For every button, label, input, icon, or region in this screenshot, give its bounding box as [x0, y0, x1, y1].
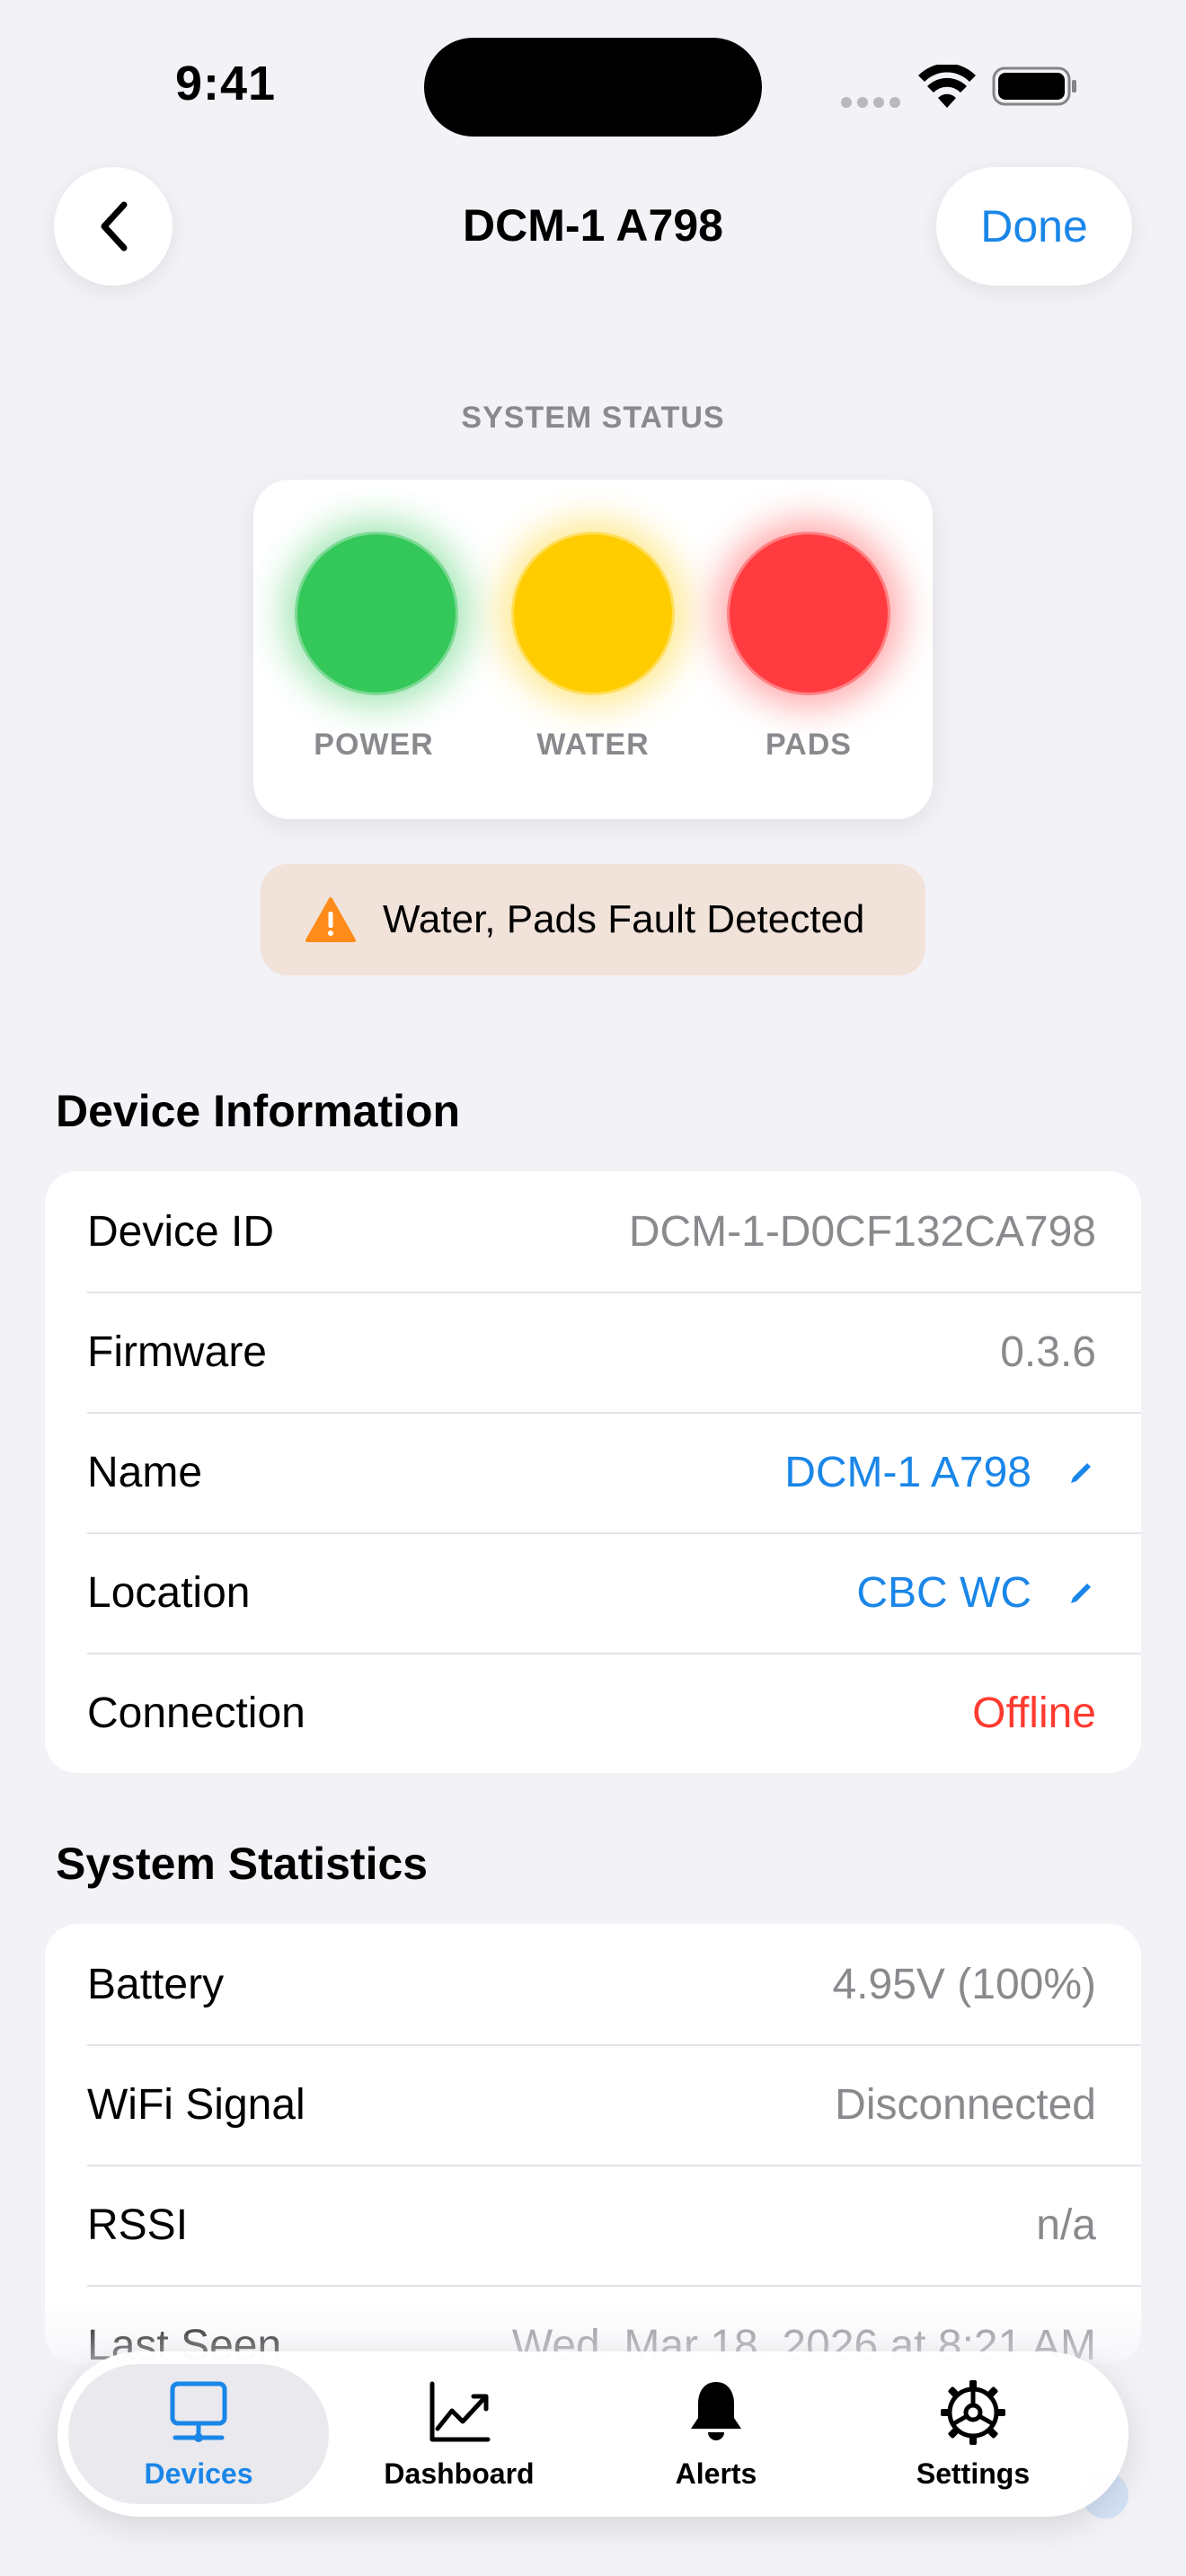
system-status-label: SYSTEM STATUS: [461, 401, 725, 435]
rssi-row: RSSI n/a: [45, 2165, 1141, 2285]
name-edit-link[interactable]: DCM-1 A798: [784, 1448, 1096, 1497]
back-button[interactable]: [54, 167, 173, 286]
connection-row: Connection Offline: [45, 1653, 1141, 1773]
gear-icon: [941, 2379, 1005, 2445]
water-status-light: [511, 532, 675, 695]
device-info-title: Device Information: [56, 1086, 461, 1136]
rssi-value: n/a: [1036, 2201, 1096, 2249]
status-bar: 9:41: [0, 0, 1186, 171]
battery-icon: [992, 66, 1076, 106]
location-row[interactable]: Location CBC WC: [45, 1532, 1141, 1653]
tab-label: Alerts: [675, 2457, 757, 2490]
chart-icon: [429, 2381, 491, 2441]
row-label: Location: [87, 1568, 251, 1617]
tab-devices[interactable]: Devices: [68, 2364, 329, 2504]
row-label: Battery: [87, 1960, 225, 2008]
firmware-value: 0.3.6: [1000, 1328, 1096, 1376]
row-label: RSSI: [87, 2201, 189, 2249]
wifi-signal-value: Disconnected: [835, 2080, 1096, 2129]
system-stats-title: System Statistics: [56, 1839, 429, 1889]
power-label: POWER: [314, 728, 434, 762]
connection-status-value: Offline: [972, 1689, 1096, 1737]
pencil-icon: [1071, 1584, 1091, 1603]
warning-icon: [305, 897, 356, 942]
battery-row: Battery 4.95V (100%): [45, 1924, 1141, 2044]
dynamic-island: [424, 38, 762, 137]
tab-label: Devices: [144, 2457, 253, 2490]
fault-message: Water, Pads Fault Detected: [383, 897, 865, 941]
done-button[interactable]: Done: [936, 167, 1132, 286]
chevron-left-icon: [101, 201, 128, 251]
firmware-row: Firmware 0.3.6: [45, 1292, 1141, 1412]
pads-label: PADS: [766, 728, 852, 762]
fault-banner: Water, Pads Fault Detected: [261, 864, 925, 975]
row-label: Firmware: [87, 1328, 267, 1376]
name-row[interactable]: Name DCM-1 A798: [45, 1412, 1141, 1532]
power-status-light: [295, 532, 458, 695]
status-time: 9:41: [175, 57, 277, 110]
device-info-card: Device ID DCM-1-D0CF132CA798 Firmware 0.…: [45, 1171, 1141, 1773]
bell-icon: [691, 2381, 741, 2440]
water-label: WATER: [536, 728, 650, 762]
device-id-value: DCM-1-D0CF132CA798: [628, 1207, 1096, 1256]
tab-label: Dashboard: [384, 2457, 535, 2490]
row-label: Connection: [87, 1689, 305, 1737]
devices-icon: [170, 2381, 227, 2442]
device-id-row: Device ID DCM-1-D0CF132CA798: [45, 1171, 1141, 1292]
tab-dashboard[interactable]: Dashboard: [329, 2364, 589, 2504]
cellular-signal-icon: [841, 97, 900, 108]
battery-value: 4.95V (100%): [832, 1960, 1096, 2008]
pencil-icon: [1071, 1463, 1091, 1483]
wifi-signal-row: WiFi Signal Disconnected: [45, 2044, 1141, 2165]
location-value: CBC WC: [856, 1568, 1031, 1617]
pads-status-light: [727, 532, 890, 695]
tab-bar: Devices Dashboard Alerts Settings: [58, 2351, 1128, 2517]
name-value: DCM-1 A798: [784, 1448, 1031, 1496]
row-label: Name: [87, 1448, 203, 1496]
location-edit-link[interactable]: CBC WC: [856, 1568, 1096, 1618]
row-label: WiFi Signal: [87, 2080, 305, 2129]
system-stats-card: Battery 4.95V (100%) WiFi Signal Disconn…: [45, 1924, 1141, 2364]
page-title: DCM-1 A798: [463, 200, 723, 251]
wifi-icon: [918, 65, 976, 108]
tab-settings[interactable]: Settings: [843, 2364, 1103, 2504]
row-label: Device ID: [87, 1207, 275, 1256]
tab-alerts[interactable]: Alerts: [586, 2364, 846, 2504]
tab-label: Settings: [916, 2457, 1031, 2490]
status-lights-card: POWER WATER PADS: [253, 480, 933, 819]
